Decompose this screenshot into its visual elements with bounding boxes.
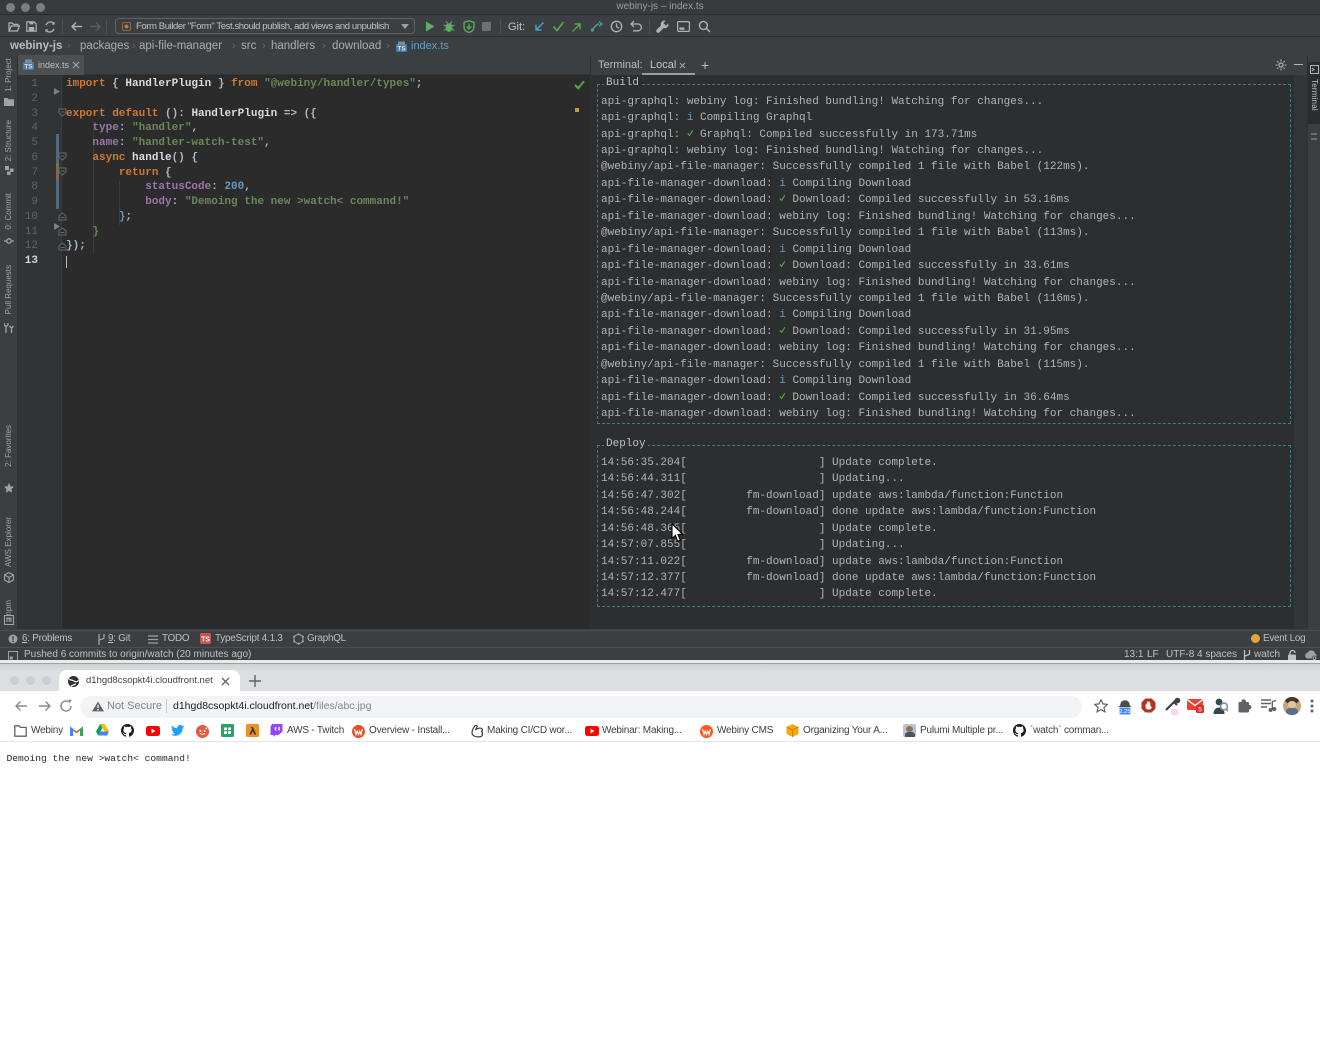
svg-text:TS: TS: [201, 637, 210, 644]
svg-text:5: 5: [1198, 706, 1202, 713]
svg-text:2.25: 2.25: [1119, 709, 1130, 715]
svg-text:TS: TS: [24, 64, 33, 71]
svg-text:TS: TS: [397, 46, 406, 53]
